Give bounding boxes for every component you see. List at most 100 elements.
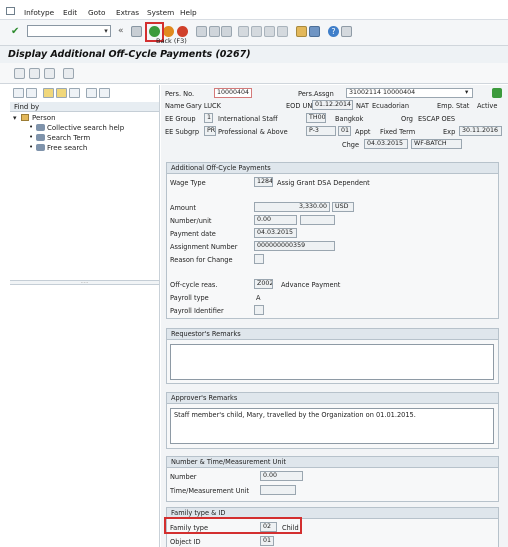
eod-value: 01.12.2014	[312, 100, 353, 110]
ee-group-label: EE Group	[165, 115, 196, 123]
nat-value: Ecuadorian	[372, 102, 409, 110]
pers-no-field[interactable]: 10000404	[214, 88, 252, 98]
tree-item-collective-search[interactable]: Collective search help	[47, 124, 124, 132]
double-left-icon[interactable]: «	[118, 26, 129, 37]
bullet-icon: •	[29, 133, 34, 141]
command-field[interactable]	[27, 25, 111, 37]
nav-back-icon[interactable]	[13, 88, 24, 98]
assignment-label: Assignment Number	[170, 243, 238, 251]
help-icon[interactable]: ?	[328, 26, 339, 37]
payment-date-label: Payment date	[170, 230, 216, 238]
first-page-icon[interactable]	[238, 26, 249, 37]
enter-icon[interactable]: ✔	[11, 26, 22, 37]
payroll-id-label: Payroll Identifier	[170, 307, 224, 315]
org-label: Org	[401, 115, 413, 123]
currency-field: USD	[332, 202, 354, 212]
approver-remarks-text[interactable]: Staff member's child, Mary, travelled by…	[170, 408, 494, 444]
menu-extras[interactable]: Extras	[116, 8, 139, 17]
name-value: Gary LUCK	[186, 102, 221, 110]
new-session-icon[interactable]	[296, 26, 307, 37]
tree-person[interactable]: Person	[32, 114, 56, 122]
binoculars-icon	[36, 124, 45, 131]
payment-date-field: 04.03.2015	[254, 228, 297, 238]
menu-edit[interactable]: Edit	[63, 8, 77, 17]
offcycle-reason-field: Z002	[254, 279, 273, 289]
wage-type-text: Assig Grant DSA Dependent	[277, 179, 370, 187]
favorites-icon[interactable]	[56, 88, 67, 98]
save-icon[interactable]	[131, 26, 142, 37]
chevron-down-icon[interactable]: ▾	[101, 25, 111, 37]
pers-assgn-select[interactable]: 31002114 10000404	[346, 88, 473, 98]
cancel-icon[interactable]	[177, 26, 188, 37]
requestor-remarks-group: Requestor's Remarks	[166, 328, 499, 384]
sort-icon[interactable]	[492, 88, 502, 98]
chge-user: WF-BATCH	[411, 139, 462, 149]
number-label: Number	[170, 473, 197, 481]
binoculars-icon	[36, 144, 45, 151]
number-field: 0.00	[260, 471, 303, 481]
people-icon[interactable]	[69, 88, 80, 98]
exp-label: Exp	[443, 128, 456, 136]
assignment-field: 000000000359	[254, 241, 335, 251]
tree-item-search-term[interactable]: Search Term	[47, 134, 90, 142]
chevron-down-icon[interactable]: ▾	[465, 88, 468, 96]
ee-subgrp-label: EE Subgrp	[165, 128, 200, 136]
find-by-header: Find by	[10, 102, 159, 112]
sap-menu-icon[interactable]	[6, 7, 15, 15]
print-icon[interactable]	[196, 26, 207, 37]
application-toolbar	[0, 63, 508, 84]
number-unit-field: 0.00	[254, 215, 297, 225]
pers-no-label: Pers. No.	[165, 90, 195, 98]
chge-label: Chge	[342, 141, 360, 149]
menu-help[interactable]: Help	[180, 8, 197, 17]
menu-goto[interactable]: Goto	[88, 8, 105, 17]
menu-infotype[interactable]: Infotype	[24, 8, 54, 17]
display-icon[interactable]	[14, 68, 25, 79]
payroll-type-value: A	[256, 294, 261, 302]
copy-icon[interactable]	[44, 68, 55, 79]
group-title: Approver's Remarks	[167, 393, 498, 404]
pane-splitter[interactable]: .....	[10, 280, 159, 285]
ee-group-code: 1	[204, 113, 213, 123]
tree-item-free-search[interactable]: Free search	[47, 144, 87, 152]
requestor-remarks-text[interactable]	[170, 344, 494, 380]
approver-remarks-group: Approver's Remarks Staff member's child,…	[166, 392, 499, 449]
time-unit-field	[260, 485, 296, 495]
name-label: Name	[165, 102, 185, 110]
page-title: Display Additional Off-Cycle Payments (0…	[8, 49, 251, 60]
appt-value: Fixed Term	[380, 128, 416, 136]
title-bar: Display Additional Off-Cycle Payments (0…	[0, 46, 508, 63]
person-icon	[21, 114, 29, 121]
object-id-label: Object ID	[170, 538, 201, 546]
bullet-icon: •	[29, 123, 34, 131]
reason-label: Reason for Change	[170, 256, 233, 264]
menu-system[interactable]: System	[147, 8, 174, 17]
last-page-icon[interactable]	[277, 26, 288, 37]
layout-icon[interactable]	[341, 26, 352, 37]
folder-icon[interactable]	[43, 88, 54, 98]
shortcut-icon[interactable]	[309, 26, 320, 37]
binoculars-icon	[36, 134, 45, 141]
offcycle-payments-group: Additional Off-Cycle Payments Wage Type …	[166, 162, 499, 319]
object-manager-pane: Find by ▾ Person • Collective search hel…	[10, 85, 160, 547]
detail-pane: Pers. No. 10000404 Pers.Assgn 31002114 1…	[161, 85, 508, 547]
tree-expand-icon[interactable]: ▾	[13, 114, 17, 122]
expand-icon[interactable]	[99, 88, 110, 98]
eod-label: EOD UN	[286, 102, 313, 110]
nav-forward-icon[interactable]	[26, 88, 37, 98]
grade-value: P-3	[306, 126, 336, 136]
collapse-icon[interactable]	[86, 88, 97, 98]
wage-type-label: Wage Type	[170, 179, 206, 187]
family-type-highlight	[164, 517, 302, 534]
time-unit-label: Time/Measurement Unit	[170, 487, 250, 495]
overview-icon[interactable]	[63, 68, 74, 79]
find-icon[interactable]	[209, 26, 220, 37]
number-time-group: Number & Time/Measurement Unit Number 0.…	[166, 456, 499, 502]
next-page-icon[interactable]	[264, 26, 275, 37]
find-next-icon[interactable]	[221, 26, 232, 37]
exit-icon[interactable]	[163, 26, 174, 37]
unit-field	[300, 215, 335, 225]
change-icon[interactable]	[29, 68, 40, 79]
prev-page-icon[interactable]	[251, 26, 262, 37]
reason-field	[254, 254, 264, 264]
